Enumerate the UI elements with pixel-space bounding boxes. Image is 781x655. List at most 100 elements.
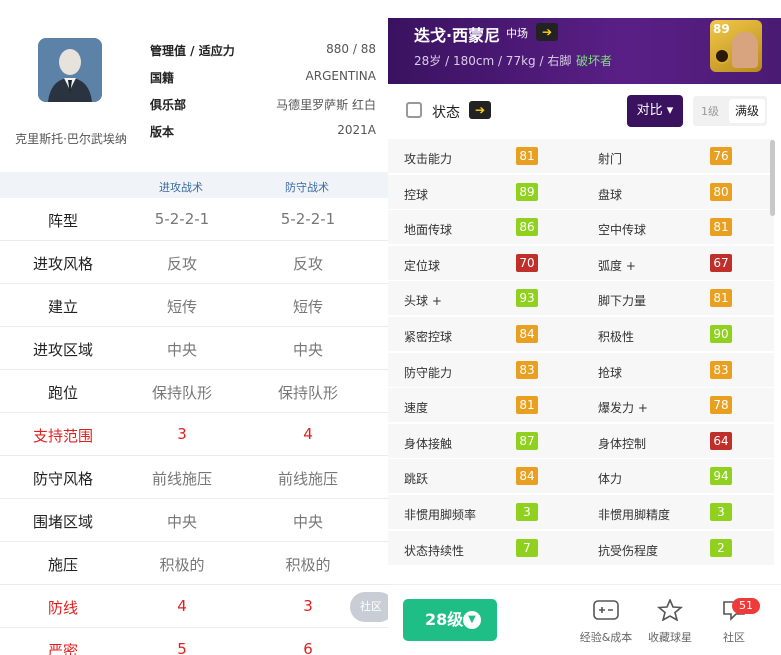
tactic-label: 建立	[47, 298, 78, 316]
scrollbar[interactable]	[770, 140, 775, 216]
tactics-header: 进攻战术 防守战术	[0, 172, 388, 198]
stat-value: 81	[516, 147, 538, 165]
card-badge-icon	[714, 48, 730, 64]
stat-row: 定位球 70 弧度 + 67	[388, 245, 774, 282]
tactic-attack-value: 5-2-2-1	[154, 210, 210, 228]
stat-value: 81	[710, 218, 732, 237]
stat-value: 2	[710, 538, 732, 557]
stat-row: 防守能力 83 抢球 83	[388, 352, 774, 389]
tactic-defense-value: 3	[303, 597, 313, 615]
player-position: 中场	[506, 27, 528, 40]
compare-button[interactable]: 对比 ▾	[627, 95, 683, 127]
tactic-label: 施压	[47, 556, 78, 574]
level-label: 28级	[425, 610, 464, 629]
stat-row: 状态持续性 7 抗受伤程度 2	[388, 530, 774, 567]
tactic-defense-value: 4	[303, 425, 313, 443]
community-float-button[interactable]: 社区	[350, 592, 388, 622]
stat-value: 3	[710, 503, 732, 521]
manager-panel: 克里斯托·巴尔武埃纳 管理值 / 适应力 880 / 88 国籍 ARGENTI…	[0, 0, 388, 655]
info-value: ARGENTINA	[305, 69, 376, 83]
player-name: 迭戈·西蒙尼	[414, 26, 501, 45]
info-key: 俱乐部	[150, 98, 187, 112]
info-value: 880 / 88	[326, 42, 376, 56]
status-arrow-icon[interactable]: ➔	[469, 101, 491, 119]
tactic-defense-value: 中央	[292, 341, 323, 359]
info-row-version: 版本 2021A	[150, 121, 376, 141]
col-defense-tactics: 防守战术	[285, 181, 329, 194]
stat-name: 体力	[598, 472, 623, 487]
tactic-label: 防线	[47, 599, 78, 617]
stat-name: 身体接触	[404, 436, 453, 451]
stat-name: 抢球	[598, 365, 623, 380]
exp-cost-icon	[593, 600, 619, 620]
exp-cost-button[interactable]: 经验&成本	[576, 599, 636, 645]
stat-name: 积极性	[598, 330, 635, 344]
stat-value: 90	[710, 325, 732, 343]
tactic-attack-value: 3	[177, 425, 187, 443]
level-1-option[interactable]: 1级	[701, 103, 719, 119]
stat-name: 脚下力量	[598, 294, 647, 309]
stat-value: 83	[516, 360, 538, 379]
status-icon	[406, 102, 422, 118]
stat-value: 94	[710, 467, 732, 486]
tactic-defense-value: 前线施压	[277, 470, 338, 488]
stat-name: 身体控制	[598, 436, 647, 451]
stat-name: 控球	[404, 187, 429, 202]
stat-name: 弧度 +	[598, 258, 636, 273]
stat-value: 76	[710, 147, 732, 165]
tactic-defense-value: 积极的	[285, 556, 331, 574]
stat-value: 64	[710, 431, 732, 450]
bottom-bar: 28级 ▼ 经验&成本 收藏球星 社区 51	[388, 584, 781, 655]
tactic-row: 严密 5 6	[0, 628, 388, 655]
stat-name: 防守能力	[404, 365, 453, 380]
favorite-label: 收藏球星	[648, 631, 692, 644]
stat-name: 速度	[404, 401, 429, 416]
level-button[interactable]: 28级 ▼	[403, 599, 497, 641]
stat-value: 93	[516, 289, 538, 308]
stat-value: 70	[516, 253, 538, 272]
stat-row: 跳跃 84 体力 94	[388, 459, 774, 496]
tactic-label: 进攻区域	[32, 341, 93, 359]
info-value: 马德里罗萨斯 红白	[276, 98, 376, 112]
stat-row: 攻击能力 81 射门 76	[388, 139, 774, 175]
stat-row: 头球 + 93 脚下力量 81	[388, 281, 774, 318]
stat-value: 84	[516, 325, 538, 343]
tactic-row: 进攻风格 反攻 反攻	[0, 241, 388, 284]
stat-name: 盘球	[598, 187, 623, 202]
favorite-button[interactable]: 收藏球星	[640, 597, 700, 645]
tactic-label: 支持范围	[32, 427, 93, 445]
stat-value: 84	[516, 467, 538, 486]
tactic-defense-value: 短传	[292, 298, 323, 316]
stat-name: 状态持续性	[404, 543, 465, 558]
arrow-right-icon[interactable]: ➔	[536, 23, 558, 41]
stat-value: 78	[710, 396, 732, 415]
tactic-row: 跑位 保持队形 保持队形	[0, 370, 388, 413]
stat-name: 射门	[598, 152, 623, 166]
stat-name: 紧密控球	[404, 330, 453, 344]
tactic-row: 进攻区域 中央 中央	[0, 327, 388, 370]
stat-value: 67	[710, 253, 732, 272]
tactic-label: 围堵区域	[32, 513, 93, 531]
stat-row: 控球 89 盘球 80	[388, 174, 774, 211]
col-attack-tactics: 进攻战术	[159, 181, 203, 194]
player-portrait	[732, 32, 758, 68]
info-key: 版本	[150, 125, 175, 139]
player-card[interactable]: 89	[710, 20, 762, 72]
tactic-row: 施压 积极的 积极的	[0, 542, 388, 585]
level-max-option[interactable]: 满级	[729, 99, 765, 123]
stat-name: 地面传球	[404, 223, 453, 238]
level-toggle[interactable]: 1级 满级	[693, 96, 767, 126]
stat-value: 7	[516, 538, 538, 557]
stat-value: 80	[710, 182, 732, 201]
info-row-nationality: 国籍 ARGENTINA	[150, 67, 376, 87]
status-label: 状态	[432, 105, 460, 121]
notification-badge: 51	[732, 598, 760, 614]
tactic-attack-value: 中央	[166, 341, 197, 359]
tactic-row: 防守风格 前线施压 前线施压	[0, 456, 388, 499]
info-value: 2021A	[337, 123, 376, 137]
tactic-attack-value: 中央	[166, 513, 197, 531]
tactic-label: 阵型	[47, 212, 78, 230]
stat-name: 攻击能力	[404, 152, 453, 166]
stat-row: 地面传球 86 空中传球 81	[388, 210, 774, 247]
tactic-attack-value: 积极的	[159, 556, 205, 574]
